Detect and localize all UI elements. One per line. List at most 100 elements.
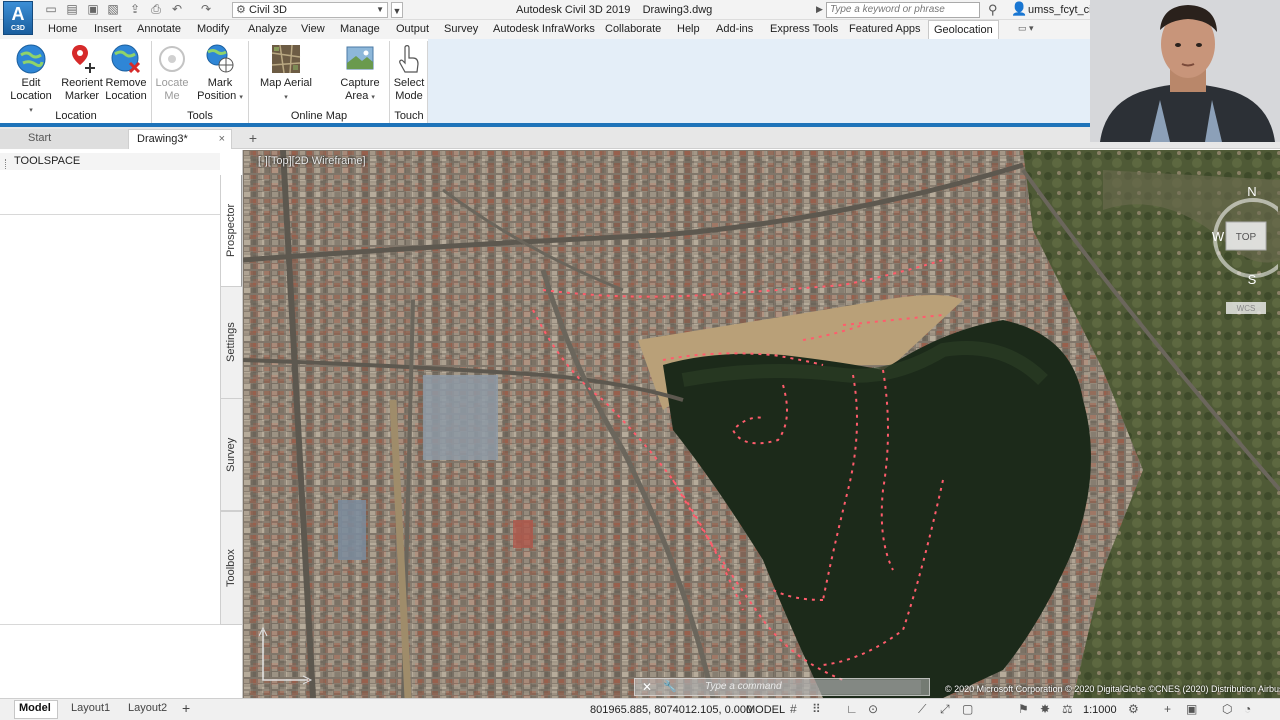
drawing-viewport[interactable]: [-][Top][2D Wireframe] TOP N S W WCS ✕ 🔧… xyxy=(243,150,1280,698)
tab-prospector[interactable]: Prospector xyxy=(221,175,242,287)
grip-icon[interactable] xyxy=(5,159,8,169)
tab-infraworks[interactable]: Autodesk InfraWorks xyxy=(493,23,595,35)
ortho-icon[interactable]: ∟ xyxy=(846,702,858,716)
edit-location-button[interactable]: Edit Location ▾ xyxy=(9,43,53,117)
isodraft-icon[interactable]: ⟋ xyxy=(918,702,926,717)
tab-home[interactable]: Home xyxy=(48,23,77,35)
map-copyright: © 2020 Microsoft Corporation © 2020 Digi… xyxy=(945,684,1280,694)
capture-area-label-1: Capture xyxy=(340,77,380,89)
tab-modify[interactable]: Modify xyxy=(197,23,229,35)
reorient-marker-label-2: Marker xyxy=(64,90,100,102)
grid-icon[interactable]: # xyxy=(790,702,797,716)
tab-collaborate[interactable]: Collaborate xyxy=(605,23,661,35)
layout-tab-model[interactable]: Model xyxy=(19,702,51,714)
tab-help[interactable]: Help xyxy=(677,23,700,35)
touch-hand-icon xyxy=(399,45,419,73)
mark-position-button[interactable]: Mark Position ▾ xyxy=(196,43,244,104)
locate-me-label-1: Locate xyxy=(155,77,189,89)
tab-featured-apps[interactable]: Featured Apps xyxy=(849,23,921,35)
close-icon[interactable]: ✕ xyxy=(642,680,652,694)
user-icon[interactable]: 👤 xyxy=(1011,1,1027,17)
object-snap-icon[interactable]: ▢ xyxy=(962,702,973,716)
wrench-icon[interactable]: 🔧 xyxy=(663,680,677,693)
workspace-icon[interactable]: ▣ xyxy=(1186,702,1197,716)
viewcube[interactable]: TOP N S W WCS xyxy=(1208,178,1278,318)
command-line[interactable]: ✕ 🔧 Type a command ▲ xyxy=(634,678,930,696)
file-tab-start[interactable]: Start xyxy=(0,129,128,149)
export-icon[interactable]: ⇪ xyxy=(128,3,142,16)
panel-label-location: Location xyxy=(55,110,97,122)
redo-icon[interactable]: ↷ xyxy=(199,3,213,16)
panel-label-tools: Tools xyxy=(187,110,213,122)
application-menu-button[interactable]: A C3D xyxy=(3,1,33,35)
tab-output[interactable]: Output xyxy=(396,23,429,35)
tab-express-tools[interactable]: Express Tools xyxy=(770,23,838,35)
tab-survey-toolspace[interactable]: Survey xyxy=(221,399,242,511)
save-as-icon[interactable]: ▧ xyxy=(106,3,120,16)
snap-icon[interactable]: ⠿ xyxy=(812,702,821,716)
remove-location-label-1: Remove xyxy=(105,77,147,89)
save-icon[interactable]: ▣ xyxy=(86,3,100,16)
file-tab-drawing[interactable]: Drawing3* × xyxy=(128,129,232,149)
tab-survey[interactable]: Survey xyxy=(444,23,478,35)
app-logo-letter: A xyxy=(11,4,25,24)
osnap-tracking-icon[interactable]: ⤢ xyxy=(940,702,950,717)
plus-icon[interactable]: + xyxy=(1164,702,1171,716)
annotation-visibility-icon[interactable]: ⚑ xyxy=(1018,702,1029,716)
chevron-down-icon: ▾ xyxy=(239,94,243,101)
open-folder-icon[interactable]: ▤ xyxy=(65,3,79,16)
tab-manage[interactable]: Manage xyxy=(340,23,380,35)
remove-location-button[interactable]: Remove Location xyxy=(104,43,148,103)
command-input[interactable]: Type a command xyxy=(683,680,921,694)
reorient-marker-button[interactable]: Reorient Marker xyxy=(60,43,104,103)
locate-me-icon xyxy=(159,46,185,72)
select-mode-button[interactable]: Select Mode xyxy=(390,43,428,103)
tab-toolbox[interactable]: Toolbox xyxy=(221,511,242,625)
qat-customize-button[interactable]: ▼ xyxy=(391,2,403,18)
gear-icon[interactable]: ⚙ xyxy=(1128,702,1139,716)
new-tab-button[interactable]: + xyxy=(245,130,261,146)
viewcube-wcs-label: WCS xyxy=(1237,304,1256,313)
ribbon-minimize-icon[interactable]: ▭ ▾ xyxy=(1018,23,1042,35)
locate-me-button[interactable]: Locate Me xyxy=(152,43,192,103)
capture-area-button[interactable]: Capture Area ▾ xyxy=(336,43,384,104)
search-expand-icon[interactable]: ▶ xyxy=(816,4,823,15)
workspace-select[interactable]: ⚙ Civil 3D ▼ xyxy=(232,2,388,18)
title-bar: A C3D ▭ ▤ ▣ ▧ ⇪ ⎙ ↶ ↷ ⚙ Civil 3D ▼ ▼ Aut… xyxy=(0,0,1280,35)
gear-icon: ⚙ xyxy=(236,4,246,16)
layout-tab-layout1[interactable]: Layout1 xyxy=(71,702,110,714)
tab-insert[interactable]: Insert xyxy=(94,23,122,35)
binoculars-icon[interactable]: ⚲ xyxy=(988,2,998,18)
annotation-scale-icon[interactable]: ⚖ xyxy=(1062,702,1073,716)
auto-scale-icon[interactable]: ✸ xyxy=(1040,702,1050,716)
hardware-acceleration-icon[interactable]: ◔ xyxy=(1244,702,1251,716)
close-icon[interactable]: × xyxy=(219,130,225,148)
edit-location-label-2: Location xyxy=(10,90,52,102)
annotation-scale[interactable]: 1:1000 xyxy=(1083,704,1117,716)
user-name[interactable]: umss_fcyt_civ xyxy=(1028,4,1097,16)
undo-icon[interactable]: ↶ xyxy=(170,3,184,16)
add-layout-button[interactable]: + xyxy=(182,700,190,716)
tab-settings[interactable]: Settings xyxy=(221,287,242,399)
cursor-coordinates[interactable]: 801965.885, 8074012.105, 0.000 xyxy=(590,704,752,716)
toolspace-tree-area[interactable] xyxy=(0,215,220,625)
print-icon[interactable]: ⎙ xyxy=(149,3,163,16)
mark-position-label-1: Mark xyxy=(207,77,233,89)
layout-tab-layout2[interactable]: Layout2 xyxy=(128,702,167,714)
viewport-controls-label[interactable]: [-][Top][2D Wireframe] xyxy=(258,155,366,167)
map-aerial-button[interactable]: Map Aerial ▾ xyxy=(256,43,316,104)
help-search-input[interactable]: Type a keyword or phrase xyxy=(826,2,980,18)
tab-view[interactable]: View xyxy=(301,23,325,35)
toolspace-title[interactable]: TOOLSPACE xyxy=(0,153,220,170)
model-space-toggle[interactable]: MODEL xyxy=(746,704,785,716)
polar-icon[interactable]: ⊙ xyxy=(868,702,878,716)
tab-analyze[interactable]: Analyze xyxy=(248,23,287,35)
isolate-objects-icon[interactable]: ⬡ xyxy=(1222,702,1232,716)
new-file-icon[interactable]: ▭ xyxy=(44,3,58,16)
tab-add-ins[interactable]: Add-ins xyxy=(716,23,753,35)
viewcube-south-label: S xyxy=(1248,272,1257,287)
panel-label-touch: Touch xyxy=(394,110,424,122)
app-logo-sub: C3D xyxy=(10,25,25,32)
tab-geolocation[interactable]: Geolocation xyxy=(928,20,999,40)
tab-annotate[interactable]: Annotate xyxy=(137,23,181,35)
